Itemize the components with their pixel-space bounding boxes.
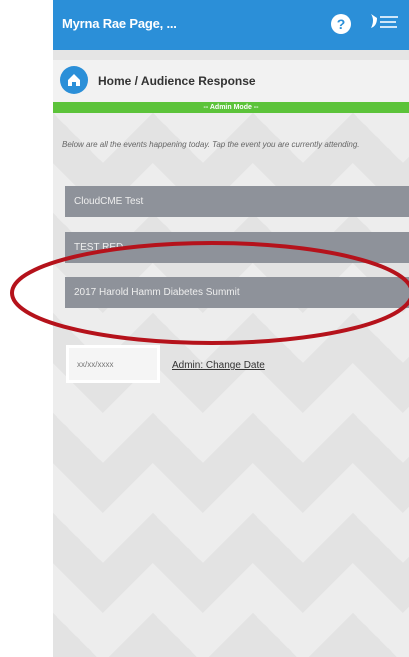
date-input[interactable] — [66, 345, 160, 383]
admin-mode-banner: -- Admin Mode -- — [53, 102, 409, 113]
event-item-cloudcme-test[interactable]: CloudCME Test — [65, 186, 409, 217]
top-bar: Myrna Rae Page, ... ? — [53, 0, 409, 50]
main-content: Below are all the events happening today… — [53, 113, 409, 657]
home-icon[interactable] — [60, 66, 88, 94]
event-item-test-red[interactable]: TEST RED — [65, 232, 409, 263]
intro-text: Below are all the events happening today… — [62, 140, 360, 149]
institution-logo-icon — [371, 14, 398, 28]
user-name[interactable]: Myrna Rae Page, ... — [62, 16, 177, 31]
breadcrumb-bar: Home / Audience Response — [53, 60, 409, 102]
breadcrumb: Home / Audience Response — [98, 74, 256, 88]
admin-change-date-link[interactable]: Admin: Change Date — [172, 360, 265, 371]
help-icon[interactable]: ? — [331, 14, 351, 34]
app-screen: Myrna Rae Page, ... ? Home / Audience Re… — [53, 0, 409, 657]
home-glyph-icon — [68, 74, 80, 86]
event-item-diabetes-summit[interactable]: 2017 Harold Hamm Diabetes Summit — [65, 277, 409, 308]
